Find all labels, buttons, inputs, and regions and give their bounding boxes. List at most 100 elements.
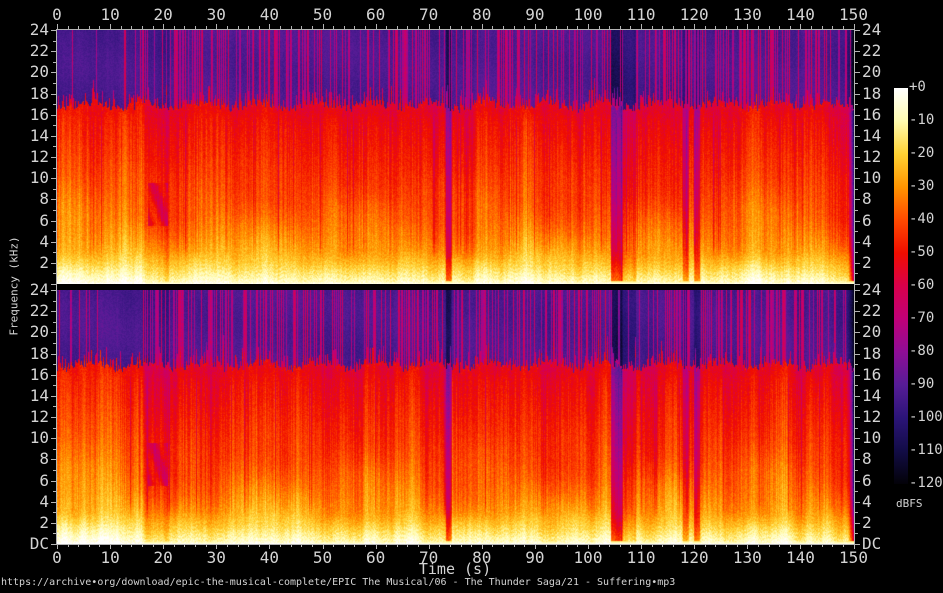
time-tick	[694, 24, 695, 29]
time-tick	[280, 544, 281, 547]
colorbar-tick-label: -40	[909, 212, 943, 226]
freq-tick	[855, 273, 858, 274]
freq-tick	[855, 512, 858, 513]
freq-tick	[855, 502, 860, 503]
freq-tick	[855, 481, 860, 482]
time-tick	[567, 544, 568, 547]
freq-tick	[53, 512, 56, 513]
time-tick	[153, 26, 154, 29]
time-tick	[620, 26, 621, 29]
freq-tick-label: 18	[16, 86, 49, 102]
freq-tick-label: 20	[16, 64, 49, 80]
time-tick-label: 90	[515, 7, 555, 23]
freq-tick-label: 2	[16, 255, 49, 271]
time-tick	[461, 544, 462, 547]
time-tick	[811, 544, 812, 547]
time-tick	[471, 544, 472, 547]
freq-tick	[855, 491, 858, 492]
freq-tick	[855, 544, 860, 545]
freq-tick	[855, 231, 858, 232]
freq-tick	[855, 252, 858, 253]
freq-tick-label: 8	[16, 451, 49, 467]
time-tick	[142, 26, 143, 29]
time-tick	[854, 24, 855, 29]
freq-tick	[855, 322, 858, 323]
time-tick	[248, 26, 249, 29]
freq-tick-label: 10	[862, 430, 898, 446]
colorbar-tick-label: -10	[909, 113, 943, 127]
freq-tick-label: 16	[862, 107, 898, 123]
freq-tick	[855, 364, 858, 365]
freq-tick	[53, 168, 56, 169]
time-tick	[684, 26, 685, 29]
time-tick	[429, 24, 430, 29]
time-tick	[301, 26, 302, 29]
freq-tick	[51, 115, 56, 116]
freq-tick-label: 20	[862, 324, 898, 340]
time-tick	[121, 26, 122, 29]
freq-tick	[855, 62, 858, 63]
freq-tick	[855, 125, 858, 126]
time-tick	[769, 544, 770, 547]
time-tick	[68, 26, 69, 29]
freq-tick-label: 20	[862, 64, 898, 80]
time-tick	[832, 26, 833, 29]
time-tick	[407, 544, 408, 547]
time-tick	[184, 544, 185, 547]
time-tick	[641, 24, 642, 29]
time-tick	[556, 26, 557, 29]
freq-tick-label: 6	[862, 473, 898, 489]
time-tick	[630, 26, 631, 29]
colorbar-tick-label: -110	[909, 443, 943, 457]
freq-tick	[855, 83, 858, 84]
time-tick	[248, 544, 249, 547]
colorbar-tick-label: -70	[909, 311, 943, 325]
time-tick-label: 30	[196, 550, 236, 566]
time-tick	[492, 544, 493, 547]
time-tick-label: 50	[303, 550, 343, 566]
freq-tick	[51, 263, 56, 264]
freq-tick	[855, 375, 860, 376]
time-tick	[354, 544, 355, 547]
freq-tick-label: 14	[862, 128, 898, 144]
time-tick	[418, 26, 419, 29]
freq-tick-label: 22	[862, 43, 898, 59]
time-tick	[599, 544, 600, 547]
freq-tick-label: 10	[16, 430, 49, 446]
time-tick	[259, 26, 260, 29]
time-tick	[662, 544, 663, 547]
time-tick	[609, 26, 610, 29]
time-tick-label: 70	[409, 7, 449, 23]
time-tick-label: 100	[568, 7, 608, 23]
time-tick	[546, 544, 547, 547]
freq-tick-label: 14	[16, 388, 49, 404]
time-tick-label: 40	[249, 7, 289, 23]
time-tick	[503, 26, 504, 29]
time-tick	[280, 26, 281, 29]
freq-tick	[51, 332, 56, 333]
freq-tick	[53, 189, 56, 190]
freq-tick	[53, 104, 56, 105]
time-tick	[779, 544, 780, 547]
time-tick	[323, 24, 324, 29]
time-tick	[397, 544, 398, 547]
time-tick	[131, 544, 132, 547]
time-tick	[291, 544, 292, 547]
time-tick-label: 70	[409, 550, 449, 566]
freq-tick	[53, 385, 56, 386]
time-tick	[577, 26, 578, 29]
time-tick	[673, 544, 674, 547]
freq-tick	[855, 104, 858, 105]
freq-tick-label: 24	[16, 282, 49, 298]
freq-tick	[855, 343, 858, 344]
time-tick	[407, 26, 408, 29]
time-tick	[705, 26, 706, 29]
time-tick	[492, 26, 493, 29]
freq-tick-label: 18	[16, 346, 49, 362]
time-tick	[577, 544, 578, 547]
time-tick	[216, 24, 217, 29]
time-tick	[78, 544, 79, 547]
colorbar-tick-label: -30	[909, 179, 943, 193]
freq-tick	[855, 210, 858, 211]
time-tick	[365, 26, 366, 29]
